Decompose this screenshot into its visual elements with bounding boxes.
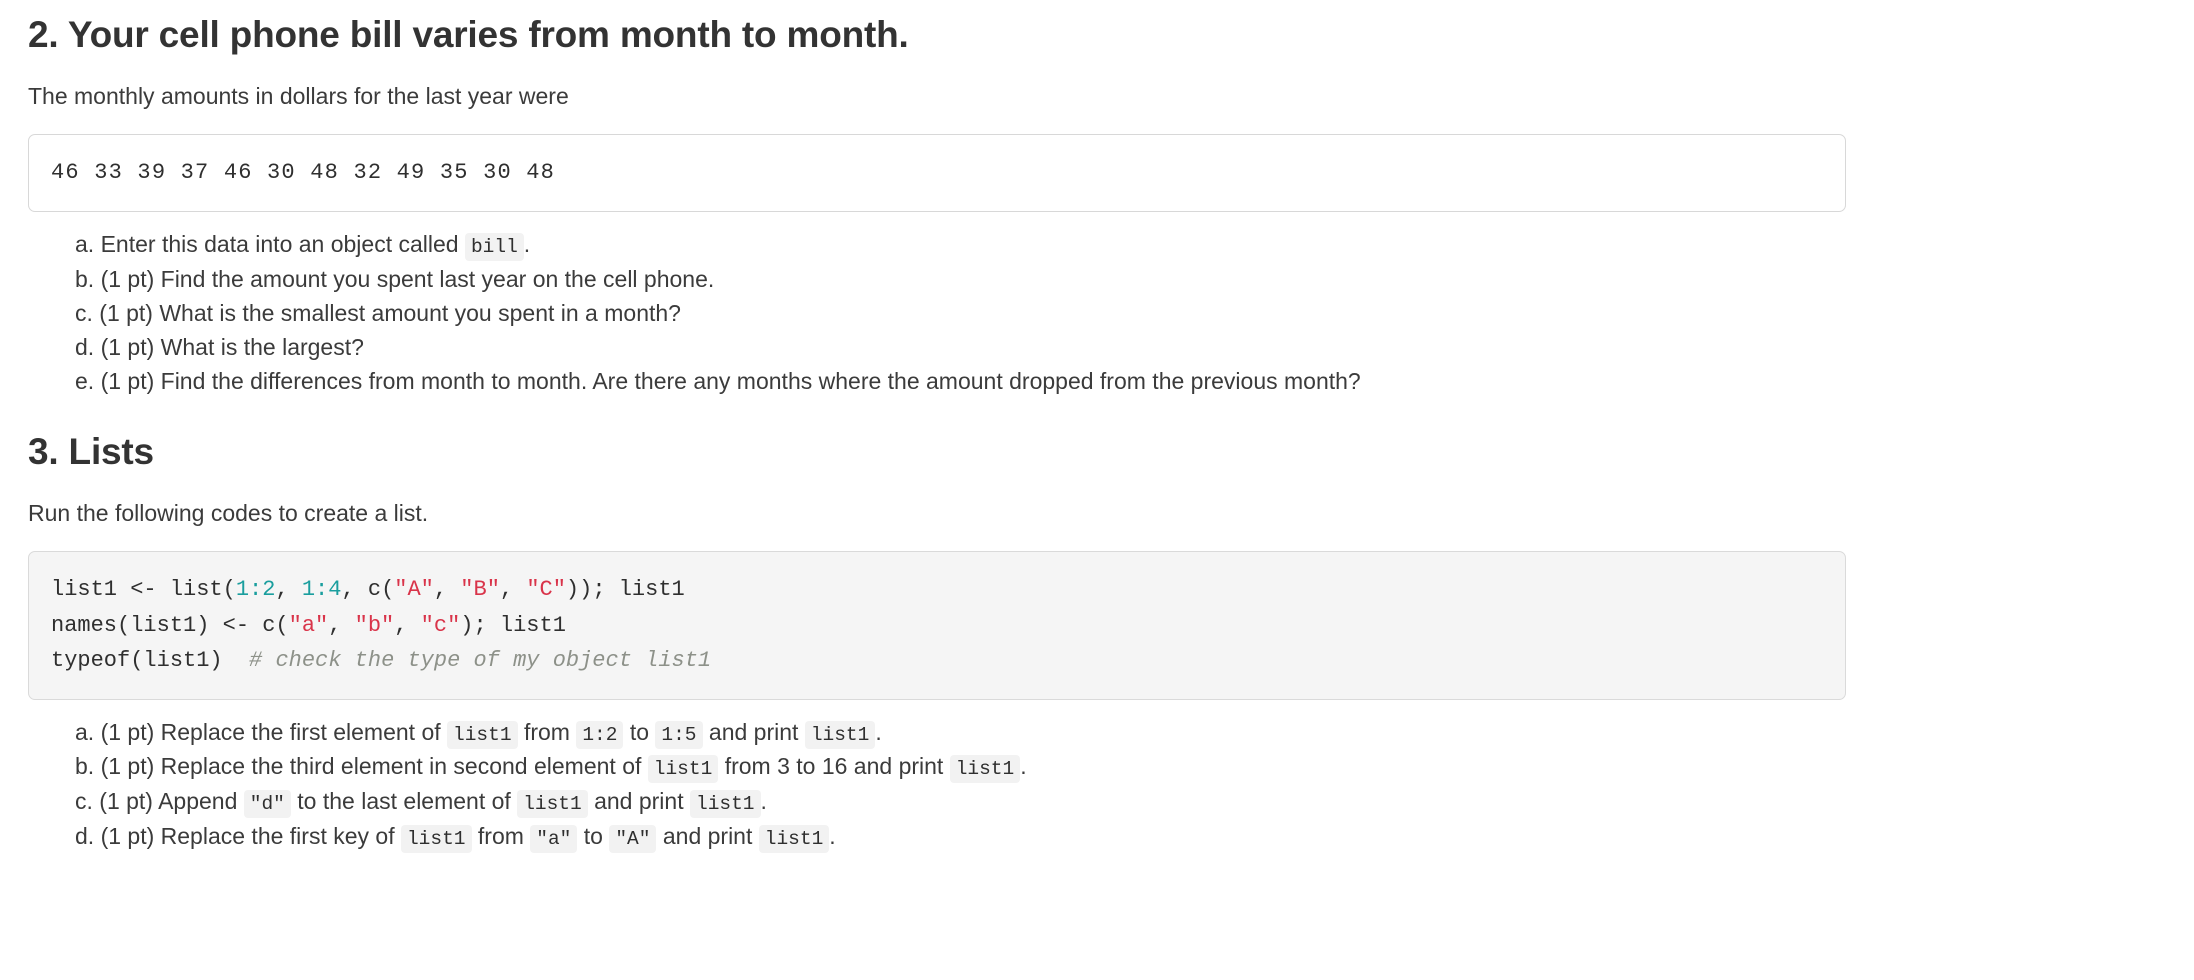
code-text: )); list1: [565, 576, 685, 602]
inline-code-list1: list1: [647, 755, 719, 784]
inline-code-list1: list1: [804, 720, 876, 749]
list-item: c. (1 pt) What is the smallest amount yo…: [75, 299, 2166, 333]
inline-code-key-a: "a": [530, 824, 578, 853]
code-text: ,: [499, 576, 527, 602]
section-3-question-list: a. (1 pt) Replace the first element of l…: [28, 700, 2166, 856]
item-text: and print: [662, 822, 753, 849]
bill-data-block: 46 33 39 37 46 30 48 32 49 35 30 48: [28, 134, 1846, 213]
code-number-token: 1:4: [301, 576, 342, 602]
code-text: , c(: [341, 576, 395, 602]
code-comment-token: # check the type of my object list1: [249, 648, 712, 674]
item-text: (1 pt) Replace the first key of: [100, 822, 395, 849]
item-marker: b.: [75, 753, 95, 780]
section-3-container: 3. Lists Run the following codes to crea…: [28, 401, 2166, 857]
item-marker: a.: [75, 231, 95, 258]
item-text-tail: .: [1020, 753, 1027, 780]
item-text: from 3 to 16 and print: [724, 753, 944, 780]
code-text: ,: [394, 612, 421, 638]
item-text: Enter this data into an object called: [100, 231, 459, 258]
list-source-code-block: list1 <- list(1:2, 1:4, c("A", "B", "C")…: [28, 550, 1846, 700]
section-2-container: 2. Your cell phone bill varies from mont…: [28, 0, 2166, 401]
item-text: and print: [708, 718, 799, 745]
item-text: (1 pt) Find the differences from month t…: [100, 367, 1361, 394]
inline-code-key-A: "A": [609, 824, 657, 853]
section-2-question-list: a. Enter this data into an object called…: [28, 212, 2166, 400]
code-line-2: names(list1) <- c("a", "b", "c"); list1: [51, 613, 566, 638]
item-marker: a.: [75, 718, 95, 745]
code-line-3: typeof(list1) # check the type of my obj…: [51, 648, 711, 673]
inline-code-list1: list1: [949, 755, 1021, 784]
inline-code-list1: list1: [400, 824, 472, 853]
list-item: a. (1 pt) Replace the first element of l…: [75, 718, 2166, 753]
item-text: (1 pt) Find the amount you spent last ye…: [100, 265, 715, 292]
inline-code-string-d: "d": [243, 789, 291, 818]
code-string-token: "a": [288, 612, 329, 638]
item-text: from: [523, 718, 570, 745]
item-text: (1 pt) Replace the first element of: [100, 718, 441, 745]
item-text: (1 pt) Replace the third element in seco…: [100, 753, 642, 780]
worksheet-page: 2. Your cell phone bill varies from mont…: [0, 0, 2194, 856]
item-text-tail: .: [760, 787, 767, 814]
section-2-lead-text: The monthly amounts in dollars for the l…: [28, 83, 569, 110]
code-text: ,: [328, 612, 355, 638]
code-string-token: "A": [394, 576, 434, 602]
item-marker: b.: [75, 265, 95, 292]
list-item: a. Enter this data into an object called…: [75, 230, 2166, 265]
code-string-token: "b": [354, 612, 395, 638]
item-marker: e.: [75, 367, 95, 394]
code-string-token: "B": [460, 576, 500, 602]
item-marker: c.: [75, 299, 93, 326]
inline-code-list1: list1: [690, 789, 761, 818]
list-item: e. (1 pt) Find the differences from mont…: [75, 367, 2166, 401]
inline-code-list1: list1: [517, 789, 588, 818]
code-text: ); list1: [460, 612, 566, 638]
code-string-token: "c": [420, 612, 461, 638]
inline-code-range-from: 1:2: [576, 720, 624, 749]
list-item: c. (1 pt) Append "d" to the last element…: [75, 787, 2166, 822]
code-text: typeof(list1): [51, 648, 250, 674]
section-2-heading: 2. Your cell phone bill varies from mont…: [28, 14, 909, 55]
item-text: to the last element of: [297, 787, 511, 814]
item-marker: d.: [75, 822, 95, 849]
code-text: ,: [433, 576, 461, 602]
list-item: d. (1 pt) Replace the first key of list1…: [75, 822, 2166, 857]
section-3-heading: 3. Lists: [28, 430, 154, 472]
code-text: list1 <- list(: [51, 576, 236, 602]
item-text: to: [583, 822, 603, 849]
item-text-tail: .: [523, 231, 531, 258]
code-string-token: "C": [526, 576, 566, 602]
bill-data-values: 46 33 39 37 46 30 48 32 49 35 30 48: [51, 160, 556, 186]
list-item: b. (1 pt) Find the amount you spent last…: [75, 265, 2166, 299]
code-number-token: 1:2: [235, 576, 276, 602]
section-3-lead-text: Run the following codes to create a list…: [28, 499, 429, 526]
item-marker: c.: [75, 787, 93, 814]
item-text: and print: [594, 787, 684, 814]
item-text: (1 pt) What is the largest?: [100, 333, 364, 360]
inline-code-bill: bill: [464, 233, 524, 262]
item-text: to: [629, 718, 650, 745]
code-line-1: list1 <- list(1:2, 1:4, c("A", "B", "C")…: [51, 577, 685, 602]
item-text: (1 pt) What is the smallest amount you s…: [99, 299, 681, 326]
list-item: d. (1 pt) What is the largest?: [75, 333, 2166, 367]
code-text: names(list1) <- c(: [51, 612, 289, 638]
inline-code-list1: list1: [447, 720, 518, 749]
code-text: ,: [275, 576, 302, 602]
inline-code-range-to: 1:5: [655, 720, 703, 749]
item-text: (1 pt) Append: [99, 787, 238, 814]
list-item: b. (1 pt) Replace the third element in s…: [75, 752, 2166, 787]
item-text: from: [477, 822, 524, 849]
item-text-tail: .: [829, 822, 836, 849]
inline-code-list1: list1: [758, 824, 830, 853]
item-text-tail: .: [875, 718, 882, 745]
item-marker: d.: [75, 333, 95, 360]
